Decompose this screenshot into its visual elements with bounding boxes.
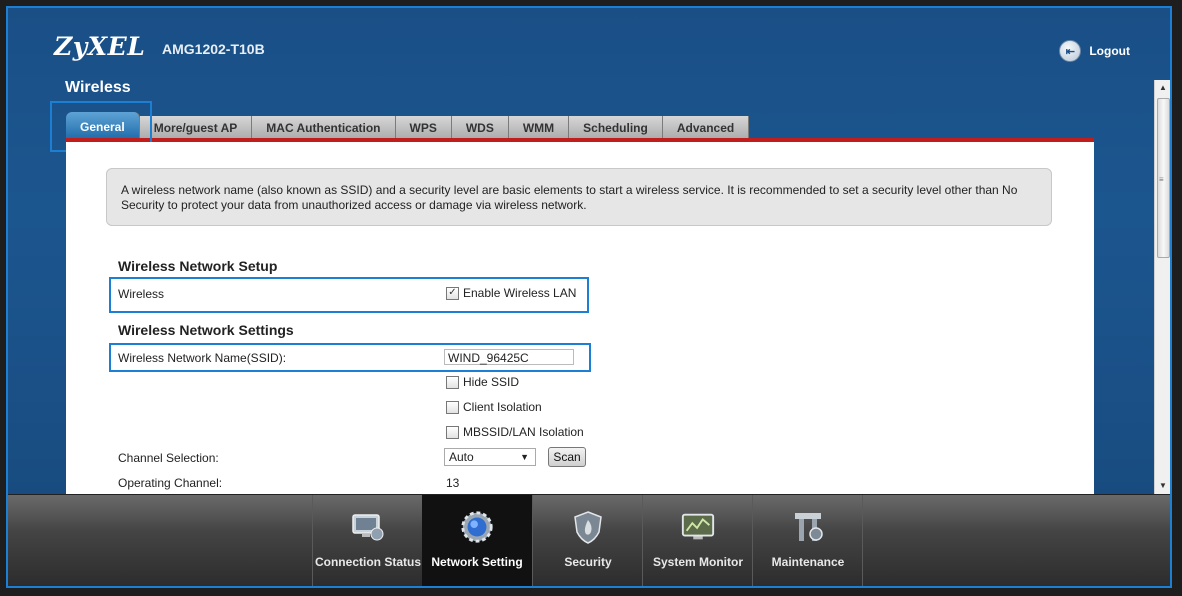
highlight-ssid-row (109, 343, 591, 372)
nav-label: Security (564, 555, 612, 569)
nav-label: System Monitor (652, 555, 743, 569)
nav-network-setting[interactable]: Network Setting (422, 495, 532, 586)
tools-icon (790, 511, 826, 543)
logout-button[interactable]: ⇤ Logout (1059, 40, 1130, 62)
vertical-scrollbar[interactable]: ▲ ≡ ▼ (1154, 80, 1170, 494)
mbssid-isolation-row[interactable]: MBSSID/LAN Isolation (446, 425, 584, 439)
operating-channel-value: 13 (446, 476, 460, 490)
content-panel: A wireless network name (also known as S… (66, 142, 1094, 502)
client-isolation-row[interactable]: Client Isolation (446, 400, 542, 414)
nav-label: Network Setting (431, 555, 523, 569)
router-admin-window: ZyXEL AMG1202-T10B ⇤ Logout Wireless Gen… (6, 6, 1172, 588)
settings-section-title: Wireless Network Settings (118, 322, 294, 338)
tab-mac-authentication[interactable]: MAC Authentication (252, 116, 396, 140)
tab-wmm[interactable]: WMM (508, 116, 570, 140)
grip-icon: ≡ (1159, 175, 1164, 184)
nav-label: Maintenance (771, 555, 845, 569)
monitor-icon (350, 511, 386, 543)
logout-label: Logout (1089, 44, 1130, 58)
hide-ssid-row[interactable]: Hide SSID (446, 375, 519, 389)
nav-security[interactable]: Security (532, 495, 643, 586)
scroll-up-icon[interactable]: ▲ (1155, 80, 1170, 96)
hide-ssid-label: Hide SSID (463, 375, 520, 389)
bottom-navigation: Connection Status Network Setting Securi… (8, 494, 1170, 586)
header: ZyXEL AMG1202-T10B ⇤ Logout (8, 8, 1170, 86)
channel-select-value: Auto (449, 450, 474, 464)
chevron-down-icon: ▼ (520, 452, 529, 462)
nav-connection-status[interactable]: Connection Status (312, 495, 423, 586)
model-name: AMG1202-T10B (162, 41, 265, 57)
tab-more-guest-ap[interactable]: More/guest AP (139, 116, 253, 140)
shield-flame-icon (570, 511, 606, 544)
operating-channel-label: Operating Channel: (118, 476, 223, 490)
tab-bar: General More/guest AP MAC Authentication… (66, 112, 750, 140)
hide-ssid-checkbox[interactable] (446, 375, 459, 389)
client-isolation-label: Client Isolation (463, 400, 542, 414)
scan-button[interactable]: Scan (548, 447, 586, 467)
tab-wds[interactable]: WDS (451, 116, 509, 140)
nav-label: Connection Status (314, 555, 421, 569)
page-title: Wireless (65, 79, 131, 96)
brand-logo: ZyXEL (54, 32, 146, 61)
mbssid-isolation-label: MBSSID/LAN Isolation (463, 425, 584, 439)
nav-divider (862, 495, 863, 586)
highlight-wireless-row (109, 277, 589, 313)
logout-icon: ⇤ (1059, 40, 1082, 62)
tab-advanced[interactable]: Advanced (662, 116, 750, 140)
gear-globe-icon (459, 511, 495, 543)
tab-wps[interactable]: WPS (395, 116, 452, 140)
mbssid-isolation-checkbox[interactable] (446, 425, 459, 439)
scroll-down-icon[interactable]: ▼ (1155, 478, 1170, 494)
channel-select[interactable]: Auto ▼ (444, 448, 536, 466)
tab-scheduling[interactable]: Scheduling (569, 116, 663, 140)
nav-system-monitor[interactable]: System Monitor (642, 495, 753, 586)
setup-section-title: Wireless Network Setup (118, 258, 278, 274)
scroll-thumb[interactable]: ≡ (1157, 98, 1170, 258)
client-isolation-checkbox[interactable] (446, 400, 459, 414)
chart-monitor-icon (680, 511, 716, 543)
channel-selection-label: Channel Selection: (118, 451, 219, 465)
info-box: A wireless network name (also known as S… (106, 168, 1052, 226)
nav-maintenance[interactable]: Maintenance (752, 495, 863, 586)
